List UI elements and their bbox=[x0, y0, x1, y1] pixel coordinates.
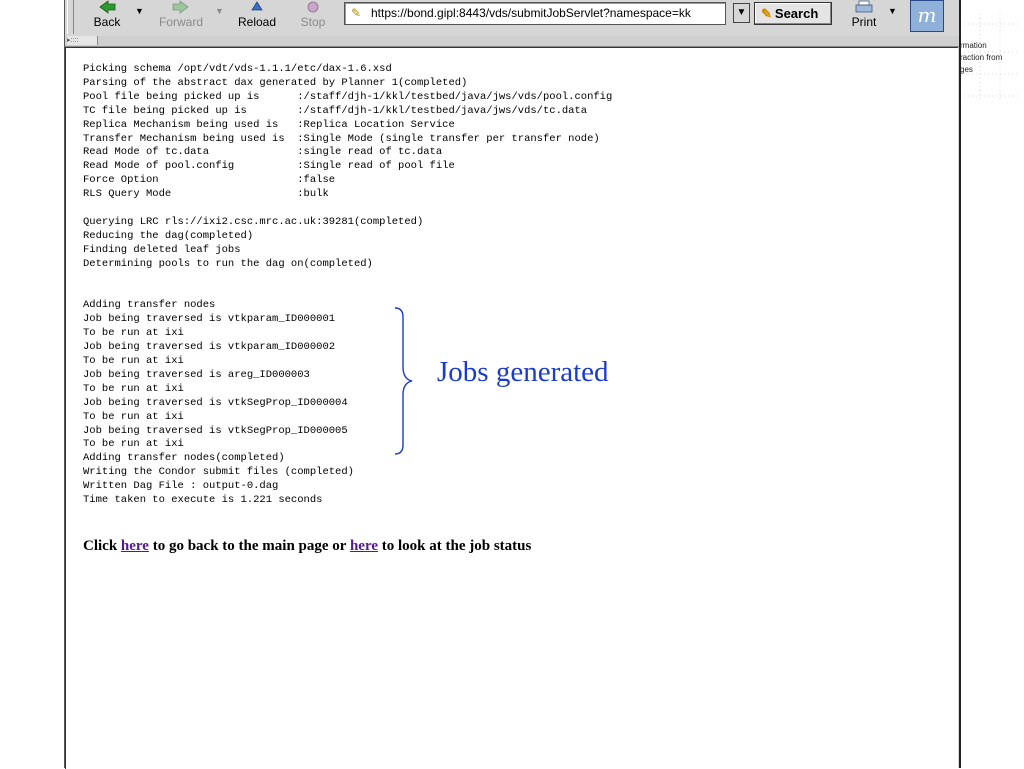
console-line: Force Option :false bbox=[83, 174, 336, 187]
console-line: Transfer Mechanism being used is :Single… bbox=[83, 132, 600, 145]
console-line: Pool file being picked up is :/staff/djh… bbox=[83, 90, 613, 103]
forward-label: Forward bbox=[158, 15, 203, 29]
address-url: https://bond.gipl:8443/vds/submitJobServ… bbox=[371, 6, 691, 20]
back-history-dropdown[interactable]: ▼ bbox=[135, 6, 144, 16]
footer-end-text: to look at the job status bbox=[378, 538, 532, 554]
console-line: Job being traversed is vtkSegProp_ID0000… bbox=[83, 424, 348, 437]
address-history-dropdown[interactable]: ▼ bbox=[733, 3, 750, 23]
console-line: To be run at ixi bbox=[83, 438, 184, 451]
search-button[interactable]: ✎ Search bbox=[754, 2, 832, 25]
console-line: Parsing of the abstract dax generated by… bbox=[83, 76, 468, 89]
search-label: Search bbox=[774, 6, 819, 21]
jobs-generated-annotation: Jobs generated bbox=[437, 356, 609, 388]
forward-history-dropdown[interactable]: ▼ bbox=[215, 6, 224, 16]
console-line: To be run at ixi bbox=[83, 410, 184, 423]
background-slide-text: rmation raction from ges bbox=[960, 40, 1002, 76]
back-button[interactable]: Back bbox=[85, 0, 129, 34]
tab-handle[interactable]: ▸:::: bbox=[67, 36, 98, 45]
location-icon: ✎ bbox=[351, 6, 362, 20]
tab-strip: ▸:::: bbox=[65, 36, 959, 47]
console-line: To be run at ixi bbox=[83, 327, 184, 340]
navigation-toolbar: Back ▼ Forward ▼ Reload Stop ✎ https://bo… bbox=[65, 0, 959, 37]
console-line: Job being traversed is vtkparam_ID000001 bbox=[83, 313, 336, 326]
console-line: TC file being picked up is :/staff/djh-1… bbox=[83, 104, 588, 117]
search-icon: ✎ bbox=[761, 6, 772, 21]
reload-label: Reload bbox=[237, 15, 277, 29]
side-text-line: rmation bbox=[960, 41, 987, 50]
reload-icon bbox=[231, 0, 283, 14]
console-line: Adding transfer nodes(completed) bbox=[83, 452, 285, 465]
console-line: Read Mode of pool.config :Single read of… bbox=[83, 160, 455, 173]
address-bar[interactable]: ✎ https://bond.gipl:8443/vds/submitJobSer… bbox=[344, 2, 726, 25]
reload-button[interactable]: Reload bbox=[231, 0, 283, 34]
stop-label: Stop bbox=[300, 15, 326, 29]
console-line: Writing the Condor submit files (complet… bbox=[83, 466, 354, 479]
right-brace-icon bbox=[394, 307, 413, 455]
print-button[interactable]: Print bbox=[844, 0, 884, 34]
forward-button[interactable]: Forward bbox=[151, 0, 211, 34]
back-arrow-icon bbox=[85, 0, 129, 14]
console-line: Reducing the dag(completed) bbox=[83, 229, 254, 242]
forward-arrow-icon bbox=[151, 0, 211, 14]
browser-logo-icon[interactable]: m bbox=[910, 0, 944, 32]
console-line: Read Mode of tc.data :single read of tc.… bbox=[83, 146, 443, 159]
print-label: Print bbox=[851, 15, 877, 29]
print-options-dropdown[interactable]: ▼ bbox=[888, 6, 897, 16]
console-line: Job being traversed is vtkparam_ID000002 bbox=[83, 341, 336, 354]
console-line: Replica Mechanism being used is :Replica… bbox=[83, 118, 455, 131]
console-line: Picking schema /opt/vdt/vds-1.1.1/etc/da… bbox=[83, 63, 392, 75]
footer-middle-text: to go back to the main page or bbox=[148, 538, 350, 554]
console-line: Job being traversed is areg_ID000003 bbox=[83, 368, 310, 381]
browser-window: Back ▼ Forward ▼ Reload Stop ✎ https://bo… bbox=[64, 0, 961, 769]
console-line: Adding transfer nodes bbox=[83, 299, 216, 312]
footer-navigation-text: Click here to go back to the main page o… bbox=[83, 538, 531, 555]
console-line: RLS Query Mode :bulk bbox=[83, 188, 329, 201]
footer-click-text: Click bbox=[83, 538, 121, 554]
back-label: Back bbox=[93, 15, 121, 29]
stop-button[interactable]: Stop bbox=[293, 0, 333, 34]
toolbar-grip[interactable] bbox=[67, 0, 74, 34]
job-status-link[interactable]: here bbox=[350, 538, 378, 554]
console-line: Finding deleted leaf jobs bbox=[83, 243, 241, 256]
side-text-line: raction from bbox=[960, 53, 1003, 62]
page-content: Picking schema /opt/vdt/vds-1.1.1/etc/da… bbox=[65, 47, 958, 769]
console-line: To be run at ixi bbox=[83, 355, 184, 368]
side-text-line: ges bbox=[960, 65, 973, 74]
console-line: Time taken to execute is 1.221 seconds bbox=[83, 494, 323, 507]
main-page-link[interactable]: here bbox=[121, 538, 149, 554]
stop-icon bbox=[293, 0, 333, 14]
console-line: Determining pools to run the dag on(comp… bbox=[83, 257, 373, 270]
console-line: Querying LRC rls://ixi2.csc.mrc.ac.uk:39… bbox=[83, 215, 424, 228]
console-line: Job being traversed is vtkSegProp_ID0000… bbox=[83, 396, 348, 409]
console-line: To be run at ixi bbox=[83, 382, 184, 395]
console-output: Picking schema /opt/vdt/vds-1.1.1/etc/da… bbox=[83, 63, 612, 508]
printer-icon bbox=[844, 0, 884, 14]
console-line: Written Dag File : output-0.dag bbox=[83, 480, 279, 493]
